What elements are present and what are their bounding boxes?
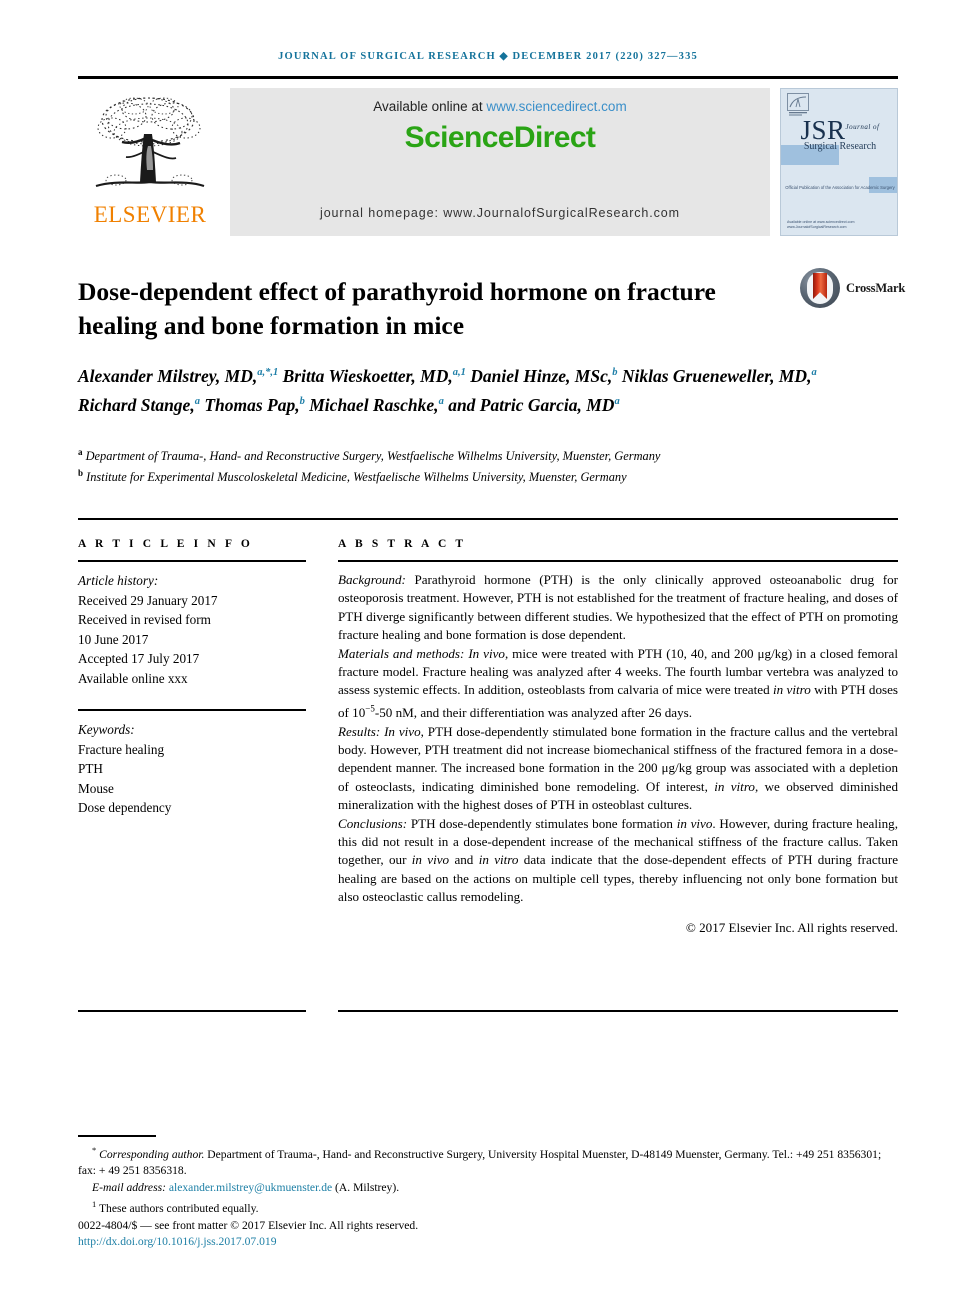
- keywords-label: Keywords:: [78, 722, 135, 737]
- footnote-corresponding-author: * Corresponding author. Department of Tr…: [78, 1145, 882, 1178]
- available-online-text: Available online at www.sciencedirect.co…: [230, 99, 770, 114]
- abstract-bottom-rule: [338, 1010, 898, 1012]
- available-online-prefix: Available online at: [373, 99, 487, 114]
- article-info-column: A R T I C L E I N F O Article history: R…: [78, 538, 306, 818]
- journal-cover-thumbnail: JSRJournal of Surgical Research Official…: [780, 88, 898, 236]
- affiliation-list: a Department of Trauma-, Hand- and Recon…: [78, 447, 661, 484]
- abstract-conclusions-label: Conclusions:: [338, 815, 408, 831]
- elsevier-tree-icon: [86, 90, 214, 202]
- abstract-rule: [338, 560, 898, 562]
- footnotes-block: * Corresponding author. Department of Tr…: [78, 1142, 898, 1251]
- footnote-doi-link[interactable]: http://dx.doi.org/10.1016/j.jss.2017.07.…: [78, 1234, 898, 1251]
- history-item: Received 29 January 2017: [78, 592, 218, 608]
- cover-acronym-superscript: Journal of: [845, 123, 880, 131]
- keyword-item: Mouse: [78, 780, 114, 796]
- footnote-email-suffix: (A. Milstrey).: [332, 1180, 400, 1194]
- article-first-page: JOURNAL OF SURGICAL RESEARCH ◆ DECEMBER …: [0, 0, 975, 1305]
- abstract-background-label: Background:: [338, 572, 406, 587]
- sciencedirect-url-link[interactable]: www.sciencedirect.com: [486, 99, 626, 114]
- footnote-front-matter: 0022-4804/$ — see front matter © 2017 El…: [78, 1218, 419, 1232]
- footnote-email-label: E-mail address:: [92, 1180, 169, 1194]
- article-info-bottom-rule: [78, 1010, 306, 1012]
- cover-subtitle: Surgical Research: [803, 141, 877, 152]
- sciencedirect-wordmark: ScienceDirect: [404, 121, 596, 154]
- history-item: Received in revised form: [78, 612, 211, 627]
- keyword-item: PTH: [78, 761, 103, 776]
- abstract-column: A B S T R A C T Background: Parathyroid …: [338, 538, 898, 937]
- abstract-paragraph-background: Background: Parathyroid hormone (PTH) is…: [338, 571, 898, 645]
- abstract-paragraph-conclusions: Conclusions: PTH dose-dependently stimul…: [338, 815, 898, 907]
- history-item: Accepted 17 July 2017: [78, 651, 200, 666]
- footnote-rule: [78, 1135, 156, 1137]
- article-history-label: Article history:: [78, 573, 159, 588]
- elsevier-logo: ELSEVIER: [78, 88, 222, 236]
- footnote-email-link[interactable]: alexander.milstrey@ukmuenster.de: [169, 1181, 332, 1194]
- author-list: Alexander Milstrey, MD,a,*,1 Britta Wies…: [78, 365, 817, 416]
- section-divider-rule: [78, 518, 898, 520]
- abstract-paragraph-results: Results: In vivo, PTH dose-dependently s…: [338, 723, 898, 815]
- crossmark-icon: [800, 268, 840, 308]
- footnote-equal-contribution: 1 These authors contributed equally.: [92, 1199, 259, 1216]
- journal-homepage-text[interactable]: journal homepage: www.JournalofSurgicalR…: [230, 206, 770, 220]
- abstract-body: Background: Parathyroid hormone (PTH) is…: [338, 571, 898, 937]
- keyword-item: Dose dependency: [78, 800, 172, 815]
- abstract-heading: A B S T R A C T: [338, 538, 467, 550]
- article-history-block: Article history: Received 29 January 201…: [78, 571, 306, 688]
- cover-association-text: Official Publication of the Association …: [785, 185, 895, 190]
- history-item: 10 June 2017: [78, 631, 149, 647]
- article-info-heading: A R T I C L E I N F O: [78, 538, 253, 550]
- abstract-conclusions-text: PTH dose-dependently stimulates bone for…: [338, 815, 899, 905]
- abstract-methods-label: Materials and methods:: [338, 645, 465, 661]
- abstract-copyright: © 2017 Elsevier Inc. All rights reserved…: [685, 919, 898, 935]
- keyword-item: Fracture healing: [78, 741, 165, 757]
- masthead: ELSEVIER Available online at www.science…: [78, 88, 898, 236]
- keywords-rule: [78, 709, 306, 711]
- article-info-rule: [78, 560, 306, 562]
- cover-footer-text: Available online at www.sciencedirect.co…: [787, 220, 855, 229]
- crossmark-label: CrossMark: [846, 281, 906, 295]
- footnote-email: E-mail address: alexander.milstrey@ukmue…: [78, 1180, 898, 1197]
- running-head: JOURNAL OF SURGICAL RESEARCH ◆ DECEMBER …: [278, 51, 698, 62]
- page-title: Dose-dependent effect of parathyroid hor…: [78, 277, 716, 341]
- elsevier-wordmark: ELSEVIER: [93, 202, 207, 227]
- history-item: Available online xxx: [78, 670, 188, 686]
- crossmark-badge[interactable]: CrossMark: [800, 268, 910, 308]
- top-rule: [78, 76, 898, 79]
- abstract-results-text: In vivo, PTH dose-dependently stimulated…: [338, 723, 899, 813]
- keywords-block: Keywords: Fracture healing PTH Mouse Dos…: [78, 720, 306, 818]
- abstract-results-label: Results:: [338, 723, 381, 739]
- abstract-paragraph-methods: Materials and methods: In vivo, mice wer…: [338, 645, 898, 723]
- cover-elsevier-icon: [787, 93, 809, 117]
- abstract-background-text: Parathyroid hormone (PTH) is the only cl…: [338, 572, 898, 643]
- sciencedirect-banner: Available online at www.sciencedirect.co…: [230, 88, 770, 236]
